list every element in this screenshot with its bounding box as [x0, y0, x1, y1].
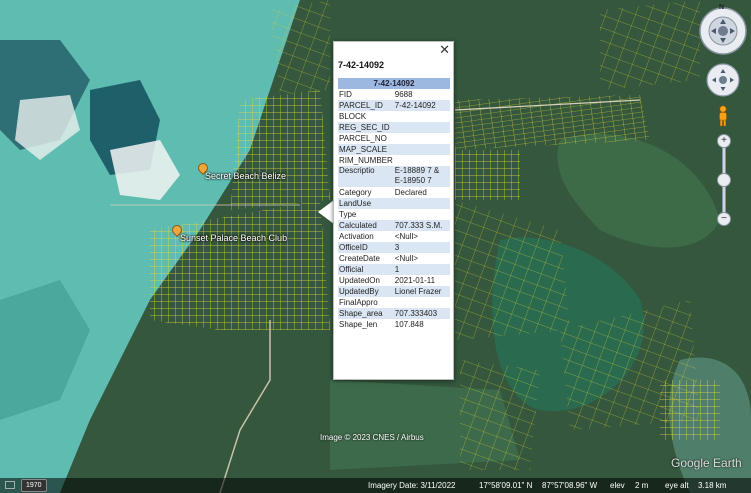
- attribute-row: Descriptio E-18889 7 & E-18950 7: [338, 166, 450, 187]
- zoom-slider[interactable]: + −: [716, 134, 731, 226]
- attribute-key: PARCEL_ID: [338, 100, 394, 111]
- attribute-value: [393, 122, 450, 133]
- attribute-row: PARCEL_ID 7-42-14092: [338, 100, 450, 111]
- attribute-row: CreateDate <Null>: [338, 253, 450, 264]
- attribute-value: [394, 155, 450, 166]
- popup-title: 7-42-14092: [338, 60, 385, 70]
- attribute-row: OfficeID 3: [338, 242, 450, 253]
- attribute-key: Descriptio: [338, 166, 394, 187]
- attribute-value: 707.333 S.M.: [393, 220, 450, 231]
- attribute-table: 7-42-14092 FID 9688 PARCEL_ID 7-42-14092 BLO…: [338, 78, 450, 330]
- attribute-row: Shape_len 107.848: [338, 319, 450, 330]
- attribute-key: PARCEL_NO: [339, 134, 387, 143]
- attribute-row: FID 9688: [338, 89, 450, 100]
- attribute-row: RIM_NUMBER: [338, 155, 450, 166]
- attribute-value: [394, 133, 450, 144]
- attribute-key: MAP_SCALE: [338, 144, 394, 155]
- attribute-row: Activation <Null>: [338, 231, 450, 242]
- attribute-key: UpdatedBy: [338, 286, 394, 297]
- pegman-icon[interactable]: [716, 105, 730, 127]
- attribute-row: FinalAppro: [338, 297, 450, 308]
- attribute-key: Shape_area: [338, 308, 394, 319]
- attribute-value: <Null>: [394, 254, 418, 263]
- status-bar: 1970 Imagery Date: 3/11/2022 17°58'09.01…: [0, 478, 751, 493]
- attribute-value: 2021-01-11: [394, 276, 436, 285]
- place-label-sunset-palace[interactable]: Sunset Palace Beach Club: [180, 233, 287, 243]
- look-around-compass[interactable]: [698, 6, 748, 56]
- google-earth-logo: Google Earth: [671, 456, 742, 470]
- attribute-value: [394, 111, 450, 122]
- attribute-value: [394, 209, 450, 220]
- attribute-row: BLOCK: [338, 111, 450, 122]
- eye-altitude-readout: 3.18 km: [698, 481, 727, 490]
- attribute-key: Category: [339, 188, 372, 197]
- attribute-value: 1: [393, 264, 450, 275]
- attribute-row: Calculated 707.333 S.M.: [338, 220, 450, 231]
- attribute-row: REG_SEC_ID: [338, 122, 450, 133]
- attribute-row: UpdatedOn 2021-01-11: [338, 275, 450, 286]
- zoom-out-button[interactable]: −: [717, 212, 731, 226]
- attribute-value: [394, 297, 450, 308]
- zoom-in-button[interactable]: +: [717, 134, 731, 148]
- attribute-key: FID: [339, 90, 352, 99]
- place-label-secret-beach[interactable]: Secret Beach Belize: [205, 171, 286, 181]
- attribute-key: RIM_NUMBER: [339, 156, 393, 165]
- attribute-value: 9688: [394, 90, 413, 99]
- attribute-row: LandUse: [338, 198, 450, 209]
- attribute-table-header: 7-42-14092: [338, 78, 450, 89]
- attribute-key: Activation: [339, 232, 374, 241]
- attribute-key: OfficeID: [338, 242, 394, 253]
- imagery-attribution: Image © 2023 CNES / Airbus: [320, 433, 424, 442]
- attribute-value: 7-42-14092: [393, 100, 450, 111]
- attribute-key: Official: [338, 264, 394, 275]
- attribute-row: UpdatedBy Lionel Frazer: [338, 286, 450, 297]
- latitude-readout: 17°58'09.01" N: [479, 481, 533, 490]
- elevation-label: elev: [610, 481, 625, 490]
- zoom-handle[interactable]: [717, 173, 731, 187]
- longitude-readout: 87°57'08.96" W: [542, 481, 598, 490]
- attribute-row: Category Declared: [338, 187, 450, 198]
- attribute-value: [393, 198, 450, 209]
- close-icon[interactable]: ✕: [439, 42, 450, 58]
- attribute-value: <Null>: [394, 232, 418, 241]
- move-control[interactable]: [706, 63, 740, 97]
- attribute-key: Shape_len: [339, 320, 378, 329]
- attribute-value: E-18889 7 & E-18950 7: [393, 166, 450, 187]
- attribute-key: CreateDate: [339, 254, 380, 263]
- attribute-value: 3: [393, 242, 450, 253]
- historical-imagery-icon[interactable]: [5, 481, 15, 489]
- compass-north-label: N: [719, 4, 725, 11]
- attribute-row: Official 1: [338, 264, 450, 275]
- attribute-key: Calculated: [338, 220, 394, 231]
- attribute-key: Type: [339, 210, 357, 219]
- attribute-key: REG_SEC_ID: [338, 122, 394, 133]
- attribute-row: Shape_area 707.333403: [338, 308, 450, 319]
- historical-year-button[interactable]: 1970: [21, 479, 47, 492]
- attribute-key: UpdatedOn: [339, 276, 380, 285]
- attribute-value: Lionel Frazer: [393, 286, 450, 297]
- attribute-row: Type: [338, 209, 450, 220]
- attribute-value: 107.848: [394, 320, 424, 329]
- popup-pointer: [318, 200, 334, 224]
- attribute-value: Declared: [394, 188, 427, 197]
- attribute-key: BLOCK: [339, 112, 367, 121]
- attribute-key: LandUse: [338, 198, 394, 209]
- attribute-row: MAP_SCALE: [338, 144, 450, 155]
- elevation-readout: 2 m: [635, 481, 649, 490]
- eye-altitude-label: eye alt: [665, 481, 689, 490]
- attribute-row: PARCEL_NO: [338, 133, 450, 144]
- feature-info-popup: ✕ 7-42-14092 7-42-14092 FID 9688 PARCEL_ID…: [333, 41, 454, 380]
- attribute-value: [393, 144, 450, 155]
- imagery-date: Imagery Date: 3/11/2022: [368, 481, 456, 490]
- attribute-value: 707.333403: [393, 308, 450, 319]
- attribute-key: FinalAppro: [339, 298, 378, 307]
